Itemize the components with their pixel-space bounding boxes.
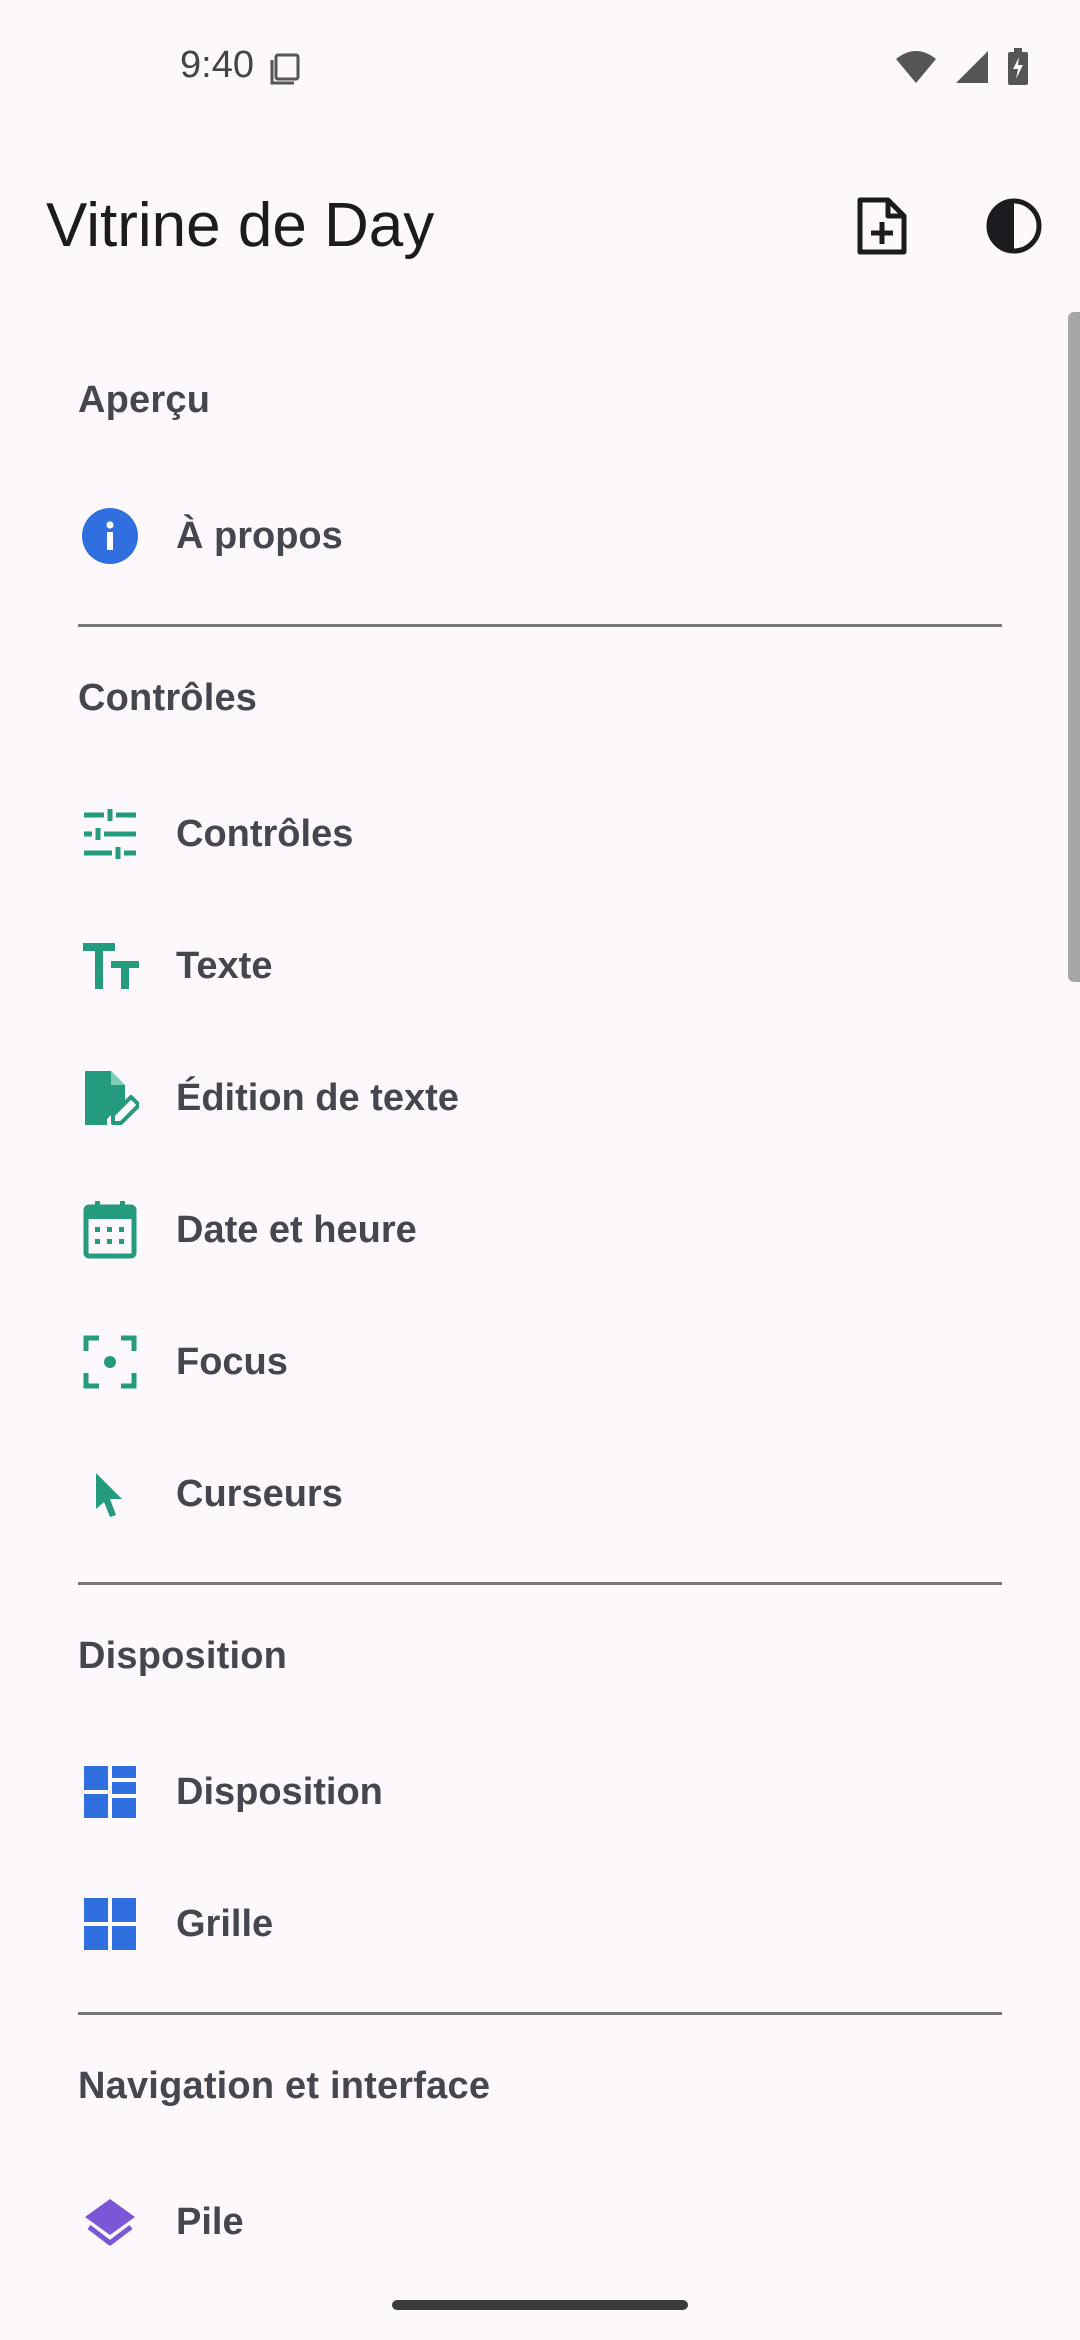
- list-item-controles[interactable]: Contrôles: [0, 768, 1080, 900]
- new-document-button[interactable]: [842, 188, 922, 268]
- layers-stack-icon: [78, 2190, 142, 2254]
- list-item-focus[interactable]: Focus: [0, 1296, 1080, 1428]
- list-item-a-propos[interactable]: À propos: [0, 470, 1080, 602]
- home-indicator[interactable]: [392, 2300, 688, 2310]
- wifi-icon: [894, 49, 938, 90]
- tune-icon: [78, 802, 142, 866]
- list-item-label: Disposition: [176, 1770, 383, 1813]
- theme-toggle-button[interactable]: [974, 188, 1054, 268]
- dashboard-layout-icon: [78, 1760, 142, 1824]
- calendar-icon: [78, 1198, 142, 1262]
- list-item-label: Contrôles: [176, 812, 354, 855]
- edit-document-icon: [78, 1066, 142, 1130]
- contrast-theme-icon: [985, 197, 1043, 260]
- section-header-navigation: Navigation et interface: [78, 2064, 491, 2107]
- list-item-pile[interactable]: Pile: [0, 2156, 1080, 2288]
- list-item-disposition[interactable]: Disposition: [0, 1726, 1080, 1858]
- list-item-label: Date et heure: [176, 1208, 417, 1251]
- status-bar: 9:40: [0, 0, 1080, 140]
- status-icons: [894, 48, 1030, 91]
- list-item-label: À propos: [176, 514, 343, 557]
- list-item-grille[interactable]: Grille: [0, 1858, 1080, 1990]
- status-time: 9:40: [180, 44, 254, 86]
- list-item-label: Focus: [176, 1340, 288, 1383]
- list-item-label: Curseurs: [176, 1472, 343, 1515]
- page-title: Vitrine de Day: [46, 191, 435, 260]
- center-focus-icon: [78, 1330, 142, 1394]
- nav-list: Aperçu À propos Contrôles Contrôles Text…: [0, 330, 1080, 2288]
- list-item-label: Édition de texte: [176, 1076, 459, 1119]
- list-item-label: Texte: [176, 944, 273, 987]
- battery-charging-icon: [1006, 48, 1030, 91]
- app-bar: Vitrine de Day: [0, 160, 1080, 290]
- text-fields-icon: [78, 934, 142, 998]
- info-icon: [78, 504, 142, 568]
- list-item-curseurs[interactable]: Curseurs: [0, 1428, 1080, 1560]
- section-header-apercu: Aperçu: [78, 378, 211, 421]
- sim-card-icon: [268, 52, 302, 86]
- cursor-arrow-icon: [78, 1462, 142, 1526]
- list-item-label: Pile: [176, 2200, 244, 2243]
- list-item-texte[interactable]: Texte: [0, 900, 1080, 1032]
- new-document-icon: [856, 196, 908, 261]
- cellular-signal-icon: [954, 49, 990, 90]
- list-item-edition-de-texte[interactable]: Édition de texte: [0, 1032, 1080, 1164]
- section-header-disposition: Disposition: [78, 1634, 288, 1677]
- section-header-controles: Contrôles: [78, 676, 258, 719]
- list-item-date-et-heure[interactable]: Date et heure: [0, 1164, 1080, 1296]
- grid-icon: [78, 1892, 142, 1956]
- list-item-label: Grille: [176, 1902, 274, 1945]
